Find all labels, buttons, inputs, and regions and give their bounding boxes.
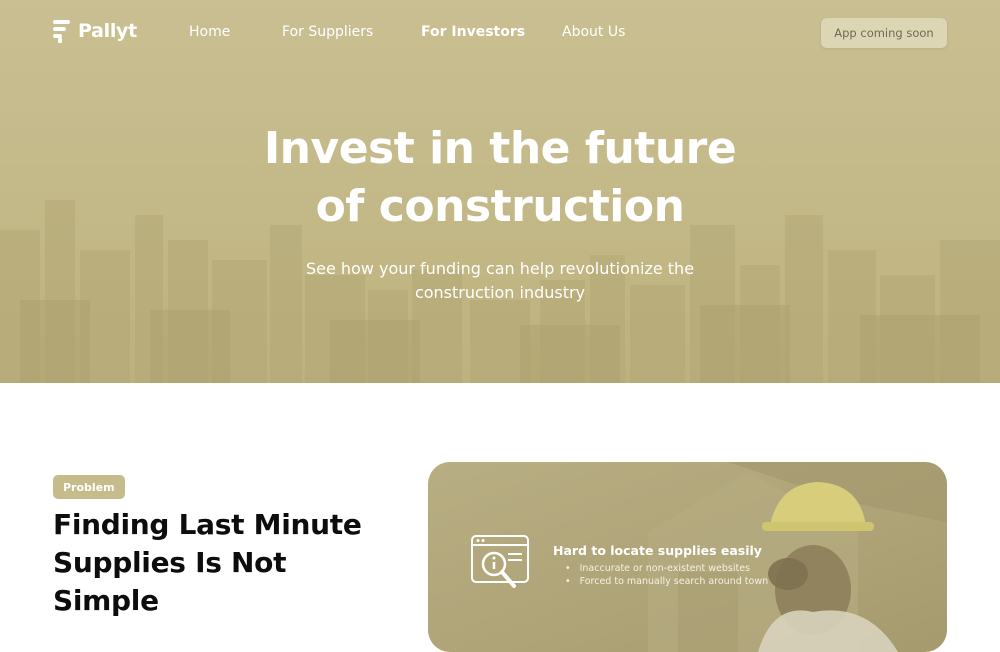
brand-name: Pallyt	[78, 20, 137, 42]
nav-link-about-us[interactable]: About Us	[562, 24, 625, 40]
hero-title-line-2: of construction	[315, 181, 685, 232]
feature-bullet-item: Forced to manually search around town	[565, 575, 769, 588]
pallyt-logo-icon	[53, 20, 70, 43]
nav-link-for-investors[interactable]: For Investors	[421, 24, 525, 40]
feature-bullet-item: Inaccurate or non-existent websites	[565, 562, 768, 575]
problem-title: Finding Last Minute Supplies Is Not Simp…	[53, 506, 393, 620]
hero-title: Invest in the future of construction	[200, 120, 800, 236]
problem-title-line-3: Simple	[53, 584, 159, 617]
search-info-icon	[471, 535, 529, 588]
brand-logo[interactable]: Pallyt	[53, 19, 137, 43]
nav-link-home[interactable]: Home	[189, 24, 230, 40]
problem-title-line-1: Finding Last Minute	[53, 508, 362, 541]
hero-section: Pallyt Home For Suppliers For Investors …	[0, 0, 1000, 383]
top-navigation: Pallyt Home For Suppliers For Investors …	[0, 0, 1000, 66]
hero-subtitle-line-1: See how your funding can help revolution…	[305, 259, 695, 278]
feature-title: Hard to locate supplies easily	[553, 543, 762, 558]
hero-subtitle: See how your funding can help revolution…	[280, 257, 720, 305]
app-coming-soon-button[interactable]: App coming soon	[821, 18, 947, 48]
problem-title-line-2: Supplies Is Not	[53, 546, 287, 579]
hero-title-line-1: Invest in the future	[263, 123, 737, 174]
hero-subtitle-line-2: construction industry	[414, 283, 586, 302]
worker-photo-card: Hard to locate supplies easily Inaccurat…	[428, 462, 947, 652]
problem-badge: Problem	[53, 475, 125, 499]
feature-bullet-list: Inaccurate or non-existent websites Forc…	[565, 562, 769, 588]
nav-link-for-suppliers[interactable]: For Suppliers	[282, 24, 373, 40]
